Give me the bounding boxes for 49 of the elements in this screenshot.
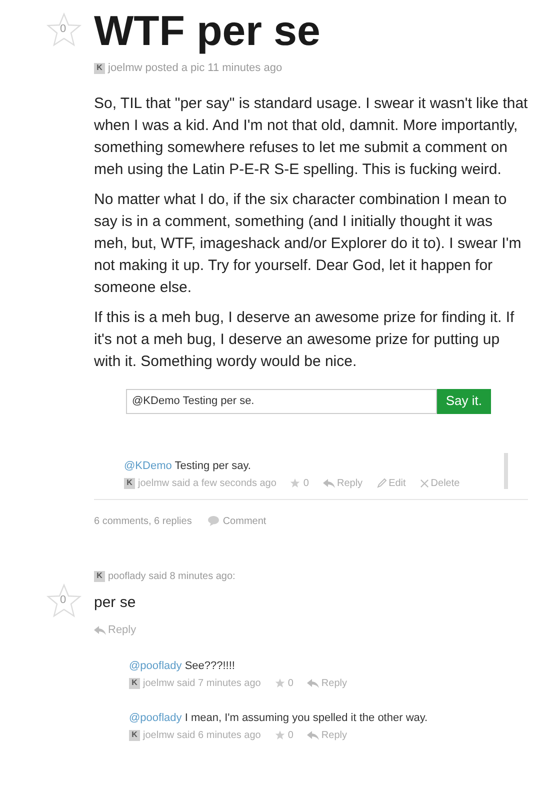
comment-text: per se <box>94 592 137 612</box>
mention-link[interactable]: @pooflady <box>129 660 182 672</box>
avatar-icon: K <box>94 62 105 74</box>
post-title: WTF per se <box>94 8 322 54</box>
avatar-icon: K <box>94 570 105 582</box>
vote-count: 0 <box>60 594 66 606</box>
edit-button[interactable]: Edit <box>376 476 406 490</box>
comment-input[interactable]: @KDemo Testing per se. <box>126 388 437 414</box>
avatar-icon: K <box>129 730 140 740</box>
close-icon <box>420 478 429 488</box>
post-meta: joelmw posted a pic 11 minutes ago <box>108 61 282 76</box>
star-icon[interactable] <box>46 582 82 618</box>
star-count: 0 <box>288 676 294 690</box>
delete-button[interactable]: Delete <box>420 476 460 490</box>
comment-text: @pooflady I mean, I'm assuming you spelled it the other way. <box>129 710 429 724</box>
star-count: 0 <box>288 728 294 742</box>
avatar-icon: K <box>129 678 140 688</box>
star-icon[interactable] <box>46 12 82 48</box>
reply-button[interactable]: Reply <box>307 676 347 690</box>
reply-button[interactable]: Reply <box>307 728 347 742</box>
comment-meta: joelmw said 7 minutes ago <box>143 676 261 690</box>
comment-text: @KDemo Testing per say. <box>124 458 252 472</box>
star-icon[interactable] <box>274 678 285 688</box>
post-paragraph: So, TIL that "per say" is standard usage. I swear it wasn't like that when I was a kid. And I'm not that old, damnit. More importantly, something somewhere refuses to let me submit a comment on meh using the Latin P-E-R S-E spelling. This is fucking weird. <box>94 94 528 180</box>
scrollbar[interactable] <box>504 452 508 488</box>
pencil-icon <box>376 478 387 488</box>
speech-bubble-icon <box>208 516 219 526</box>
reply-icon <box>94 626 106 635</box>
reply-icon <box>307 730 320 740</box>
comment-count: 6 comments, 6 replies <box>94 514 192 528</box>
reply-button[interactable]: Reply <box>94 622 136 638</box>
vote-count: 0 <box>60 23 66 35</box>
post-paragraph: No matter what I do, if the six character combination I mean to say is in a comment, something (and I initially thought it was meh, but, WTF, imageshack and/or Explorer do it to). I swear I'm not making it up. Try for yourself. Dear God, let it happen for someone else. <box>94 190 522 298</box>
reply-icon <box>307 678 320 688</box>
star-icon[interactable] <box>290 478 300 488</box>
star-icon[interactable] <box>274 730 285 740</box>
comment-meta: pooflady said 8 minutes ago: <box>108 570 236 584</box>
avatar-icon: K <box>124 478 135 488</box>
say-it-button[interactable]: Say it. <box>436 388 491 414</box>
reply-icon <box>322 478 335 488</box>
comment-meta: joelmw said 6 minutes ago <box>143 728 261 742</box>
mention-link[interactable]: @KDemo <box>124 460 172 472</box>
comment-meta: joelmw said a few seconds ago <box>138 476 276 490</box>
comment-button[interactable]: Comment <box>208 514 266 528</box>
post-paragraph: If this is a meh bug, I deserve an awesome prize for finding it. If it's not a meh bug, I deserve an awesome prize for putting up with it. Something wordy would be nice. <box>94 308 516 372</box>
mention-link[interactable]: @pooflady <box>129 712 182 724</box>
reply-button[interactable]: Reply <box>322 476 363 490</box>
star-count: 0 <box>303 476 309 490</box>
comment-text: @pooflady See???!!!! <box>129 658 236 672</box>
